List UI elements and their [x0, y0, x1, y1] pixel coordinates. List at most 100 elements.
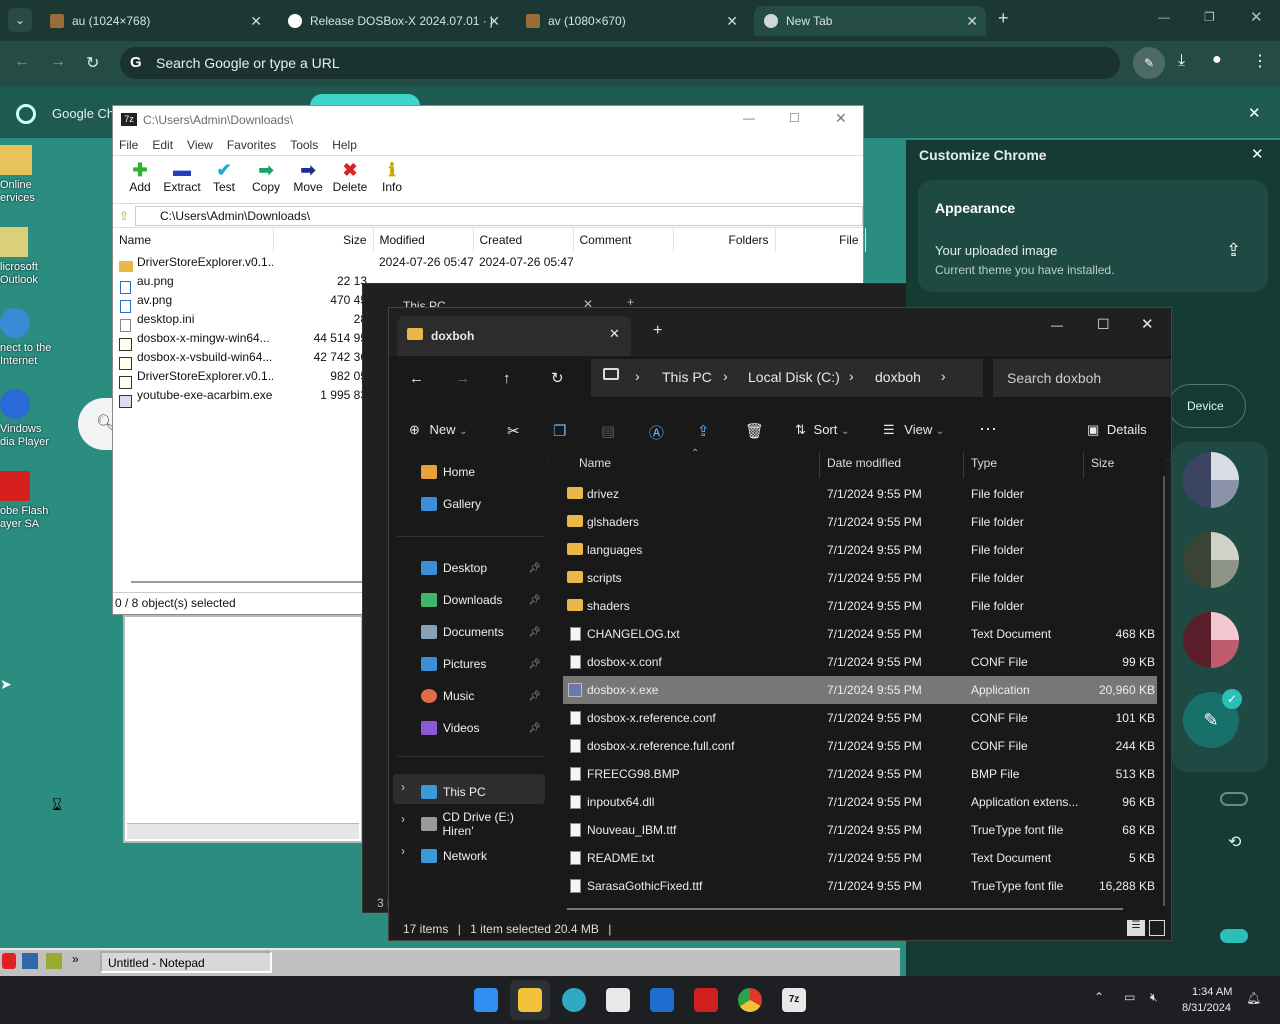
path-input[interactable]: C:\Users\Admin\Downloads\: [135, 205, 863, 226]
start-icon[interactable]: [474, 988, 498, 1012]
close-icon[interactable]: ✕: [1141, 315, 1154, 333]
network-status-icon[interactable]: ▭: [1124, 990, 1135, 1004]
file-row[interactable]: glshaders 7/1/2024 9:55 PM File folder: [563, 508, 1157, 536]
menu-kebab-icon[interactable]: ⋮: [1252, 51, 1268, 71]
breadcrumb-local-disk[interactable]: Local Disk (C:): [748, 369, 840, 385]
reset-icon[interactable]: ⟲: [1228, 832, 1241, 852]
tray-icon[interactable]: [2, 953, 16, 969]
file-list-vscroll[interactable]: [1163, 476, 1165, 906]
theme-swatch-blue[interactable]: [1183, 452, 1239, 508]
add-button[interactable]: ✚ Add: [119, 156, 161, 203]
notification-bell-icon[interactable]: 🔔︎: [1246, 991, 1261, 1005]
test-button[interactable]: ✔ Test: [203, 156, 245, 203]
nav-item-videos[interactable]: Videos 📌︎: [421, 714, 545, 742]
explorer-tab[interactable]: doxboh ✕: [397, 316, 631, 356]
show-hidden-icons-icon[interactable]: ⌃: [1094, 990, 1104, 1004]
col-file[interactable]: File: [775, 228, 866, 252]
tab-close-icon[interactable]: ✕: [609, 326, 620, 342]
expand-chevron-icon[interactable]: ›: [401, 780, 405, 794]
nav-item-downloads[interactable]: Downloads 📌︎: [421, 586, 545, 614]
panel-close-icon[interactable]: ✕: [1251, 145, 1264, 163]
restore-window-icon[interactable]: ❐: [1204, 10, 1215, 24]
col-created[interactable]: Created: [473, 228, 574, 252]
toggle-off[interactable]: [1220, 792, 1248, 806]
menu-help[interactable]: Help: [332, 138, 357, 152]
file-row[interactable]: SarasaGothicFixed.ttf 7/1/2024 9:55 PM Tru…: [563, 872, 1157, 900]
nav-item-this-pc[interactable]: This PC: [421, 778, 545, 806]
expand-chevron-icon[interactable]: ›: [401, 812, 405, 826]
rename-icon[interactable]: Ⓐ: [649, 422, 664, 443]
explorer-window[interactable]: doxboh ✕ + — ☐ ✕ ← → ↑ ↻ › This PC › Loc…: [388, 307, 1172, 941]
menu-view[interactable]: View: [187, 138, 213, 152]
breadcrumb-doxboh[interactable]: doxboh: [875, 369, 921, 385]
back-arrow-icon[interactable]: ←: [409, 370, 424, 387]
share-icon[interactable]: ⇪: [697, 422, 710, 440]
col-comment[interactable]: Comment: [573, 228, 674, 252]
col-size[interactable]: Size: [273, 228, 374, 252]
clock-date[interactable]: 8/31/2024: [1182, 1002, 1231, 1014]
desktop-icon-media-player[interactable]: Vindows dia Player: [0, 389, 60, 449]
sevenzip-taskbar-icon[interactable]: 7z: [782, 988, 806, 1012]
details-button[interactable]: ▣ Details: [1087, 422, 1147, 438]
file-row[interactable]: Nouveau_IBM.ttf 7/1/2024 9:55 PM TrueType …: [563, 816, 1157, 844]
desktop-icon-connect-internet[interactable]: nect to the Internet: [0, 308, 60, 368]
upload-icon[interactable]: ⇪: [1226, 240, 1241, 261]
expand-chevron-icon[interactable]: ›: [401, 844, 405, 858]
search-input[interactable]: Search doxboh: [993, 359, 1171, 397]
customize-pen-icon[interactable]: ✎: [1133, 47, 1165, 79]
pin-icon[interactable]: 📌︎: [528, 563, 541, 574]
col-name[interactable]: Name: [579, 456, 611, 470]
close-icon[interactable]: ✕: [835, 110, 847, 127]
ntp-close-icon[interactable]: ✕: [1248, 104, 1261, 122]
chrome-icon[interactable]: [738, 988, 762, 1012]
file-row[interactable]: dosbox-x.conf 7/1/2024 9:55 PM CONF File 99…: [563, 648, 1157, 676]
file-row[interactable]: FREECG98.BMP 7/1/2024 9:55 PM BMP File 513 …: [563, 760, 1157, 788]
pin-icon[interactable]: 📌︎: [528, 691, 541, 702]
notepad-hscroll[interactable]: [127, 823, 359, 839]
table-row[interactable]: DriverStoreExplorer.v0.1... 2024-07-26 05…: [113, 252, 865, 271]
notepad-window[interactable]: [123, 615, 363, 843]
close-tab-icon[interactable]: ✕: [250, 13, 262, 30]
tray-icon[interactable]: [22, 953, 38, 969]
file-explorer-icon[interactable]: [518, 988, 542, 1012]
file-row[interactable]: dosbox-x.reference.conf 7/1/2024 9:55 PM C…: [563, 704, 1157, 732]
nav-item-documents[interactable]: Documents 📌︎: [421, 618, 545, 646]
nav-item-home[interactable]: Home: [421, 458, 545, 486]
up-arrow-icon[interactable]: ↑: [503, 370, 511, 387]
file-row[interactable]: CHANGELOG.txt 7/1/2024 9:55 PM Text Docume…: [563, 620, 1157, 648]
sort-button[interactable]: ⇅ Sort ⌄: [795, 422, 849, 438]
nav-item-pictures[interactable]: Pictures 📌︎: [421, 650, 545, 678]
nav-item-network[interactable]: Network: [421, 842, 545, 870]
file-row[interactable]: shaders 7/1/2024 9:55 PM File folder: [563, 592, 1157, 620]
file-row[interactable]: scripts 7/1/2024 9:55 PM File folder: [563, 564, 1157, 592]
new-tab-icon[interactable]: +: [653, 322, 662, 340]
copy-icon[interactable]: ❐: [553, 422, 566, 440]
paste-icon[interactable]: ▤: [601, 422, 615, 440]
new-button[interactable]: ⊕ New ⌄: [409, 422, 468, 438]
download-icon[interactable]: ⤓: [1178, 52, 1185, 70]
file-row[interactable]: languages 7/1/2024 9:55 PM File folder: [563, 536, 1157, 564]
col-date-modified[interactable]: Date modified: [827, 456, 901, 470]
minimize-icon[interactable]: —: [1051, 318, 1063, 332]
cut-icon[interactable]: ✂: [507, 422, 520, 440]
nav-item-cd-drive[interactable]: CD Drive (E:) Hiren': [421, 810, 545, 838]
tray-icon[interactable]: [46, 953, 62, 969]
col-modified[interactable]: Modified: [373, 228, 474, 252]
move-button[interactable]: ➡ Move: [287, 156, 329, 203]
col-folders[interactable]: Folders: [673, 228, 776, 252]
pin-icon[interactable]: 📌︎: [528, 723, 541, 734]
notepad-task-button[interactable]: Untitled - Notepad: [100, 951, 272, 973]
profile-icon[interactable]: ●: [1212, 51, 1222, 69]
col-name[interactable]: Name: [113, 228, 274, 252]
store-icon[interactable]: [606, 988, 630, 1012]
menu-tools[interactable]: Tools: [290, 138, 318, 152]
pin-icon[interactable]: 📌︎: [528, 627, 541, 638]
breadcrumb[interactable]: › This PC › Local Disk (C:) › doxboh ›: [591, 359, 983, 397]
forward-arrow-icon[interactable]: →: [455, 370, 470, 387]
desktop-icon-online-services[interactable]: Online ervices: [0, 145, 60, 205]
close-tab-icon[interactable]: ✕: [488, 13, 500, 30]
edge-icon[interactable]: [562, 988, 586, 1012]
theme-swatch-rose[interactable]: [1183, 612, 1239, 668]
minimize-window-icon[interactable]: —: [1158, 10, 1170, 24]
chevron-more-icon[interactable]: »: [72, 952, 79, 966]
